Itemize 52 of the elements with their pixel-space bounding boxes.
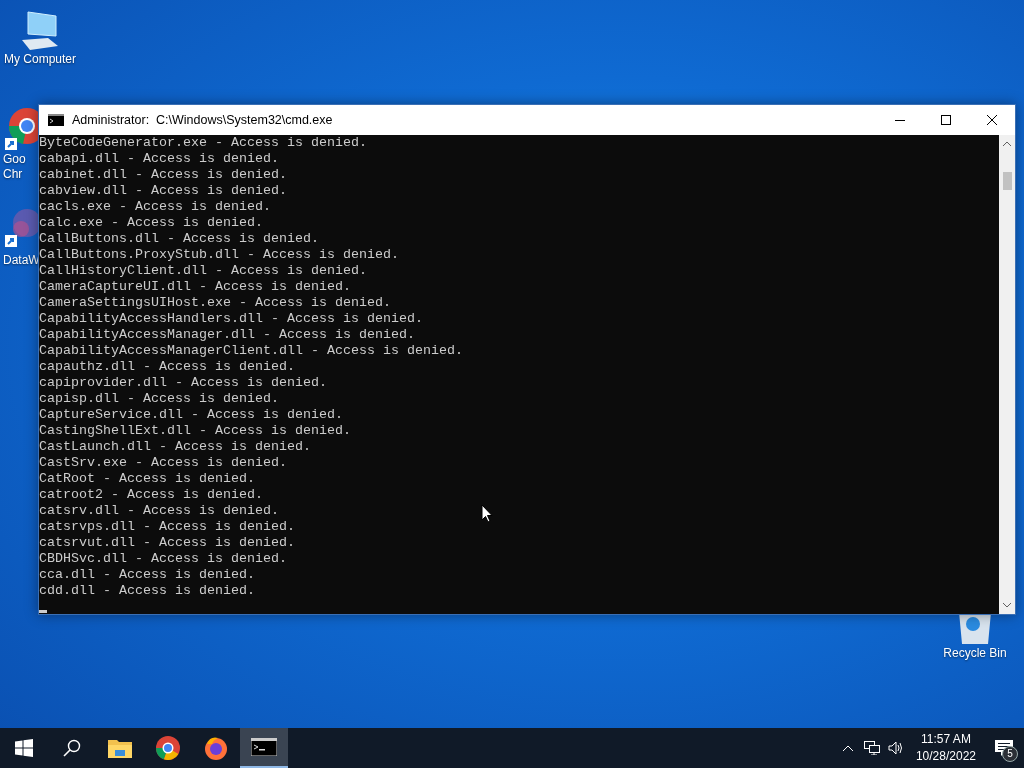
console-line: capauthz.dll - Access is denied. — [39, 359, 295, 375]
console-line: catsrvps.dll - Access is denied. — [39, 519, 295, 535]
console-line: calc.exe - Access is denied. — [39, 215, 263, 231]
notification-count: 5 — [1002, 746, 1018, 762]
window-title: Administrator: C:\Windows\System32\cmd.exe — [72, 113, 333, 127]
desktop-icon-label[interactable]: Chr — [3, 167, 23, 182]
console-line: capisp.dll - Access is denied. — [39, 391, 279, 407]
console-line: CastingShellExt.dll - Access is denied. — [39, 423, 351, 439]
scrollbar[interactable] — [999, 135, 1015, 614]
mouse-pointer-icon — [481, 504, 493, 523]
console-line: CapabilityAccessManager.dll - Access is denied. — [39, 327, 415, 343]
console-line: CallButtons.ProxyStub.dll - Access is denied. — [39, 247, 399, 263]
console-line: catroot2 - Access is denied. — [39, 487, 263, 503]
console-line: CameraCaptureUI.dll - Access is denied. — [39, 279, 351, 295]
console-line: catsrvut.dll - Access is denied. — [39, 535, 295, 551]
console-line: CatRoot - Access is denied. — [39, 471, 255, 487]
desktop-icon-label[interactable]: Goo — [3, 152, 26, 167]
console-line: CastSrv.exe - Access is denied. — [39, 455, 287, 471]
console-line: capiprovider.dll - Access is denied. — [39, 375, 327, 391]
console-line: CapabilityAccessManagerClient.dll - Access is denied. — [39, 343, 463, 359]
text-cursor — [39, 610, 47, 613]
console-line: ByteCodeGenerator.exe - Access is denied. — [39, 135, 367, 151]
console-line: cdd.dll - Access is denied. — [39, 583, 255, 599]
windows-logo-icon — [15, 739, 33, 757]
console-line: CastLaunch.dll - Access is denied. — [39, 439, 311, 455]
close-icon — [987, 115, 997, 125]
console-line: CameraSettingsUIHost.exe - Access is denied. — [39, 295, 391, 311]
folder-icon — [108, 738, 132, 758]
desktop-icon-label[interactable]: Recycle Bin — [943, 646, 1007, 661]
clock[interactable]: 11:57 AM 10/28/2022 — [907, 731, 984, 765]
chrome-icon — [156, 736, 180, 760]
desktop-icon-label[interactable]: DataW — [3, 253, 40, 268]
console-line: CallButtons.dll - Access is denied. — [39, 231, 319, 247]
console-line: CapabilityAccessHandlers.dll - Access is denied. — [39, 311, 423, 327]
console-line: cabinet.dll - Access is denied. — [39, 167, 287, 183]
firefox-icon — [204, 736, 228, 760]
console-line: CBDHSvc.dll - Access is denied. — [39, 551, 287, 567]
taskbar-app[interactable] — [240, 728, 288, 768]
console-line: catsrv.dll - Access is denied. — [39, 503, 279, 519]
desktop-icon-label[interactable]: My Computer — [4, 52, 76, 67]
notifications-button[interactable]: 5 — [984, 728, 1024, 768]
terminal-icon — [48, 114, 64, 126]
terminal-icon — [251, 738, 277, 756]
search-icon — [63, 739, 81, 757]
console-line: CallHistoryClient.dll - Access is denied. — [39, 263, 367, 279]
console-line: cca.dll - Access is denied. — [39, 567, 255, 583]
maximize-icon — [941, 115, 951, 125]
console-line: CaptureService.dll - Access is denied. — [39, 407, 343, 423]
console-line: cacls.exe - Access is denied. — [39, 199, 271, 215]
console-line: cabview.dll - Access is denied. — [39, 183, 287, 199]
scroll-thumb[interactable] — [1002, 172, 1012, 190]
console-line: cabapi.dll - Access is denied. — [39, 151, 279, 167]
